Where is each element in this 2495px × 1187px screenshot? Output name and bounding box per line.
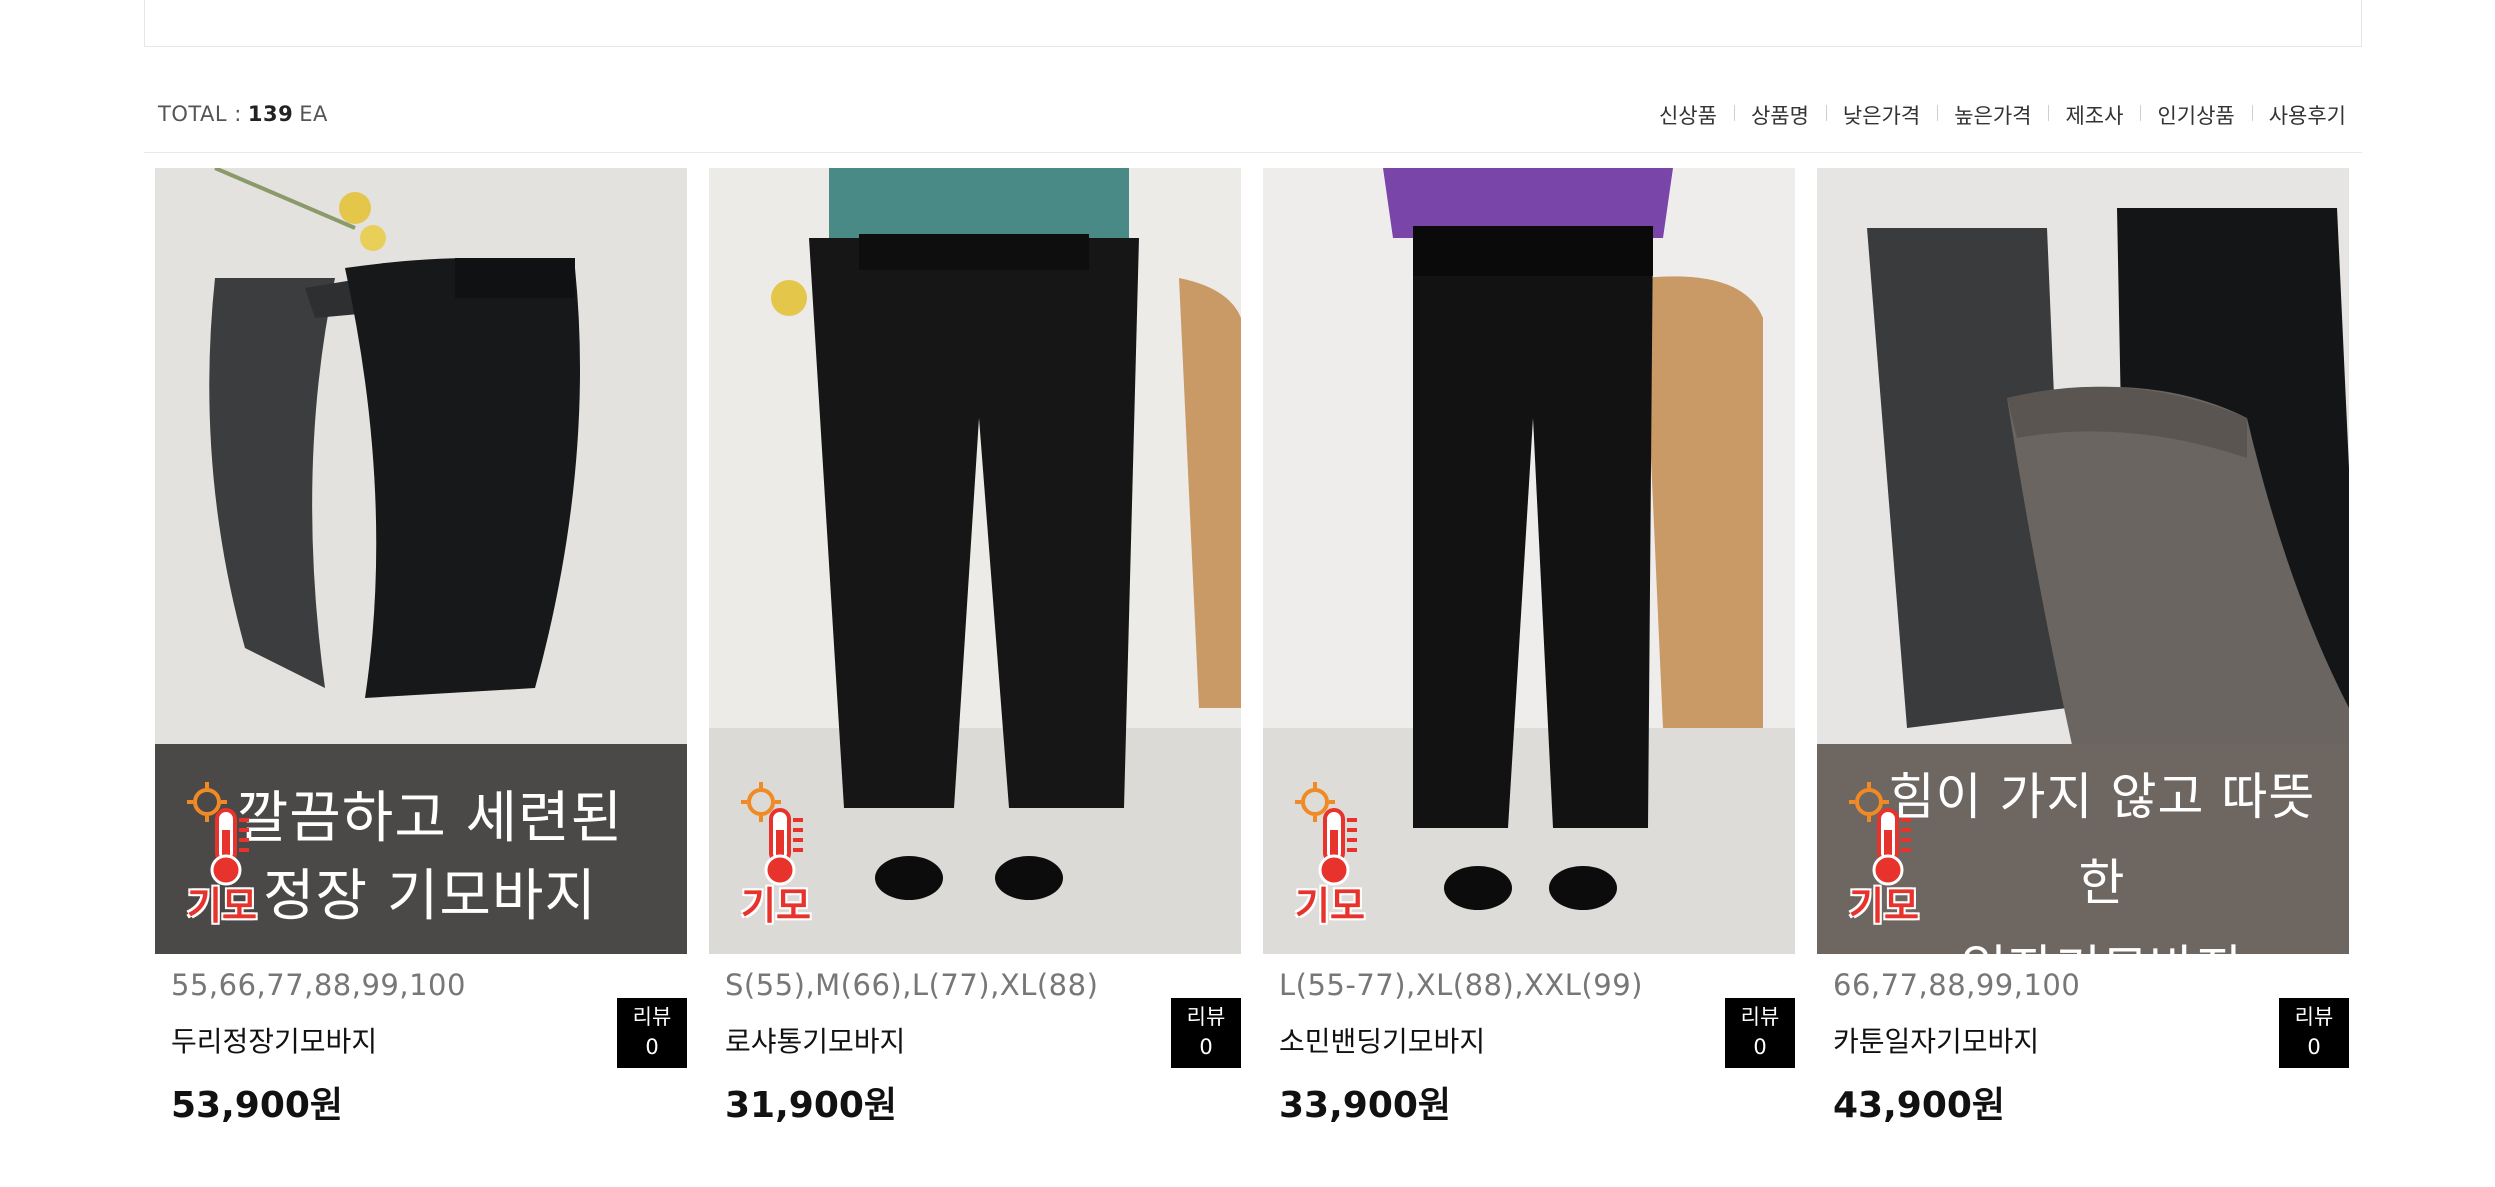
product-sizes: 55,66,77,88,99,100 xyxy=(171,968,466,1002)
product-price: 33,900원 xyxy=(1279,1085,1452,1126)
thermometer-icon xyxy=(1849,782,1911,886)
sort-maker[interactable]: 제조사 xyxy=(2048,100,2140,130)
product-name[interactable]: 로샤통기모바지 xyxy=(725,1020,1241,1060)
product-card[interactable]: 기모 L(55-77),XL(88),XXL(99) 소민밴딩기모바지 33,9… xyxy=(1263,168,1795,1128)
product-sizes: S(55),M(66),L(77),XL(88) xyxy=(725,968,1099,1002)
sort-new[interactable]: 신상품 xyxy=(1642,100,1734,130)
product-name[interactable]: 두리정장기모바지 xyxy=(171,1020,687,1060)
review-badge[interactable]: 리뷰 0 xyxy=(1171,998,1241,1068)
review-badge[interactable]: 리뷰 0 xyxy=(617,998,687,1068)
thermometer-icon xyxy=(741,782,803,886)
product-sizes: 66,77,88,99,100 xyxy=(1833,968,2081,1002)
fleece-badge-label: 기모 xyxy=(741,884,811,928)
review-count: 0 xyxy=(2307,1035,2321,1059)
product-image[interactable]: 기모 xyxy=(1263,168,1795,954)
thermometer-icon xyxy=(187,782,249,886)
review-count: 0 xyxy=(1199,1035,1213,1059)
fleece-badge-label: 기모 xyxy=(1295,884,1365,928)
sort-high-price[interactable]: 높은가격 xyxy=(1937,100,2048,130)
sort-low-price[interactable]: 낮은가격 xyxy=(1825,100,1937,130)
product-grid: 깔끔하고 세련된 정장 기모바지 기모 55,66,77,88,99,100 두… xyxy=(155,168,2355,1168)
product-image[interactable]: 기모 xyxy=(709,168,1241,954)
product-price: 43,900원 xyxy=(1833,1085,2006,1126)
product-name[interactable]: 소민밴딩기모바지 xyxy=(1279,1020,1795,1060)
sort-reviews[interactable]: 사용후기 xyxy=(2251,100,2346,130)
review-badge[interactable]: 리뷰 0 xyxy=(1725,998,1795,1068)
fleece-badge: 기모 xyxy=(731,780,821,930)
product-card[interactable]: 깔끔하고 세련된 정장 기모바지 기모 55,66,77,88,99,100 두… xyxy=(155,168,687,1128)
fleece-badge-label: 기모 xyxy=(187,884,257,928)
product-card[interactable]: 힘이 가지 않고 따뜻한 일자기모바지 기모 66,77,88,99,100 카… xyxy=(1817,168,2349,1128)
sort-name[interactable]: 상품명 xyxy=(1733,100,1826,130)
product-price: 53,900원 xyxy=(171,1085,344,1126)
product-name[interactable]: 카툰일자기모바지 xyxy=(1833,1020,2349,1060)
fleece-badge-label: 기모 xyxy=(1849,884,1919,928)
product-price: 31,900원 xyxy=(725,1085,898,1126)
search-panel-box xyxy=(144,0,2362,47)
thermometer-icon xyxy=(1295,782,1357,886)
review-count: 0 xyxy=(1753,1035,1767,1059)
list-toolbar: TOTAL :139 EA 신상품 상품명 낮은가격 높은가격 제조사 인기상품 … xyxy=(144,94,2362,153)
promo-banner-text: 힘이 가지 않고 따뜻한 일자기모바지 xyxy=(1888,768,2316,954)
sort-popular[interactable]: 인기상품 xyxy=(2140,100,2251,130)
total-count: TOTAL :139 EA xyxy=(158,102,328,126)
review-badge[interactable]: 리뷰 0 xyxy=(2279,998,2349,1068)
fleece-badge: 기모 xyxy=(1839,780,1929,930)
product-image[interactable]: 힘이 가지 않고 따뜻한 일자기모바지 기모 xyxy=(1817,168,2349,954)
fleece-badge: 기모 xyxy=(1285,780,1375,930)
product-sizes: L(55-77),XL(88),XXL(99) xyxy=(1279,968,1643,1002)
review-count: 0 xyxy=(645,1035,659,1059)
product-image[interactable]: 깔끔하고 세련된 정장 기모바지 기모 xyxy=(155,168,687,954)
total-count-value: 139 xyxy=(247,102,294,126)
product-card[interactable]: 기모 S(55),M(66),L(77),XL(88) 로샤통기모바지 31,9… xyxy=(709,168,1241,1128)
sort-menu: 신상품 상품명 낮은가격 높은가격 제조사 인기상품 사용후기 xyxy=(1642,100,2346,130)
fleece-badge: 기모 xyxy=(177,780,267,930)
